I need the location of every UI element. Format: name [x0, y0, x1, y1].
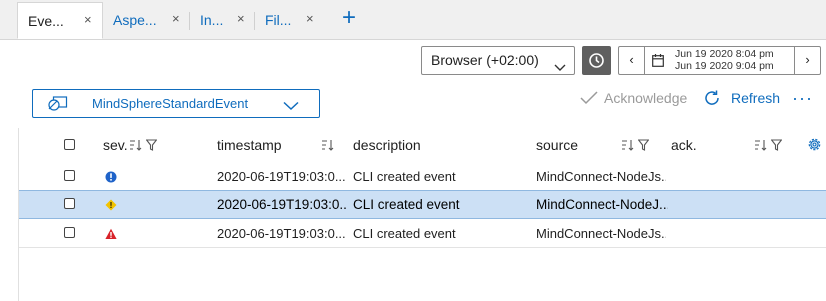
- cell-description: CLI created event: [353, 197, 460, 212]
- event-type-value: MindSphereStandardEvent: [92, 96, 249, 111]
- range-end: Jun 19 2020 9:04 pm: [675, 60, 774, 72]
- tab-label: Aspe...: [113, 12, 157, 28]
- clock-icon: [589, 53, 604, 68]
- calendar-button[interactable]: [645, 47, 671, 74]
- previous-range-button[interactable]: ‹: [619, 47, 645, 74]
- timestamp-column-tools: [321, 139, 334, 151]
- time-range-display[interactable]: Jun 19 2020 8:04 pm Jun 19 2020 9:04 pm: [675, 48, 774, 72]
- column-header-source[interactable]: source: [536, 128, 578, 162]
- calendar-icon: [652, 54, 664, 67]
- close-icon[interactable]: ×: [306, 11, 314, 26]
- cell-ack: [671, 191, 751, 218]
- sort-icon[interactable]: [754, 139, 767, 151]
- warning-icon: [105, 198, 117, 216]
- cell-ack: [671, 162, 751, 190]
- refresh-button[interactable]: Refresh: [703, 89, 780, 107]
- tab-in[interactable]: In... ×: [190, 2, 255, 39]
- time-range-picker: ‹ Jun 19 2020 8:04 pm Jun 19 2020 9:04 p…: [618, 46, 821, 75]
- cell-timestamp: 2020-06-19T19:03:0...: [217, 225, 346, 241]
- refresh-icon: [705, 90, 719, 105]
- acknowledge-label: Acknowledge: [604, 90, 688, 106]
- cell-timestamp: 2020-06-19T19:03:0...: [217, 197, 347, 212]
- info-icon: [105, 170, 117, 188]
- next-range-button[interactable]: ›: [794, 47, 820, 74]
- select-all-checkbox[interactable]: [64, 139, 75, 150]
- column-header-timestamp[interactable]: timestamp: [217, 128, 282, 162]
- tab-label: In...: [200, 12, 224, 28]
- tab-files[interactable]: Fil... ×: [255, 2, 326, 39]
- cell-description: CLI created event: [353, 225, 456, 241]
- acknowledge-button[interactable]: Acknowledge: [580, 89, 687, 107]
- event-type-select[interactable]: MindSphereStandardEvent: [32, 89, 320, 118]
- filter-icon[interactable]: [146, 139, 157, 151]
- row-checkbox[interactable]: [64, 227, 75, 238]
- timezone-value: Browser (+02:00): [431, 52, 539, 68]
- filter-icon[interactable]: [771, 139, 782, 151]
- column-header-severity[interactable]: sev.: [103, 128, 128, 162]
- close-icon[interactable]: ×: [84, 12, 92, 27]
- cell-timestamp: 2020-06-19T19:03:0...: [217, 168, 346, 184]
- gear-icon[interactable]: [806, 136, 823, 158]
- sort-icon[interactable]: [129, 139, 142, 151]
- sort-icon[interactable]: [621, 139, 634, 151]
- table-header: sev. timestamp description source ack.: [19, 128, 826, 162]
- chevron-down-icon: [554, 55, 566, 82]
- table-row[interactable]: 2020-06-19T19:03:0... CLI created event …: [19, 162, 826, 191]
- tab-aspects[interactable]: Aspe... ×: [103, 2, 190, 39]
- column-header-description[interactable]: description: [353, 128, 421, 162]
- filter-icon[interactable]: [638, 139, 649, 151]
- tab-events[interactable]: Eve... ×: [17, 2, 103, 39]
- more-options-button[interactable]: ···: [792, 88, 813, 109]
- cell-source: MindConnect-NodeJs...: [536, 168, 666, 184]
- severity-column-tools: [129, 139, 157, 151]
- live-mode-button[interactable]: [582, 46, 611, 75]
- ack-column-tools: [754, 139, 782, 151]
- tab-label: Eve...: [28, 13, 64, 29]
- table-row[interactable]: 2020-06-19T19:03:0... CLI created event …: [19, 219, 826, 248]
- tab-bar: Eve... × Aspe... × In... × Fil... × +: [0, 0, 826, 40]
- chevron-down-icon: [283, 98, 299, 116]
- close-icon[interactable]: ×: [172, 11, 180, 26]
- event-type-icon: [47, 96, 69, 117]
- cell-ack: [671, 219, 751, 247]
- row-checkbox[interactable]: [64, 170, 75, 181]
- checkmark-icon: [580, 91, 598, 105]
- source-column-tools: [621, 139, 649, 151]
- refresh-label: Refresh: [731, 90, 781, 106]
- sort-icon[interactable]: [321, 139, 334, 151]
- cell-source: MindConnect-NodeJs...: [536, 225, 666, 241]
- cell-source: MindConnect-NodeJ...: [536, 197, 668, 212]
- add-tab-button[interactable]: +: [334, 4, 364, 34]
- events-table: sev. timestamp description source ack. 2…: [18, 128, 826, 301]
- range-start: Jun 19 2020 8:04 pm: [675, 48, 774, 60]
- timezone-select[interactable]: Browser (+02:00): [421, 46, 575, 75]
- close-icon[interactable]: ×: [237, 11, 245, 26]
- column-header-ack[interactable]: ack.: [671, 128, 697, 162]
- table-row-selected[interactable]: 2020-06-19T19:03:0... CLI created event …: [19, 190, 826, 219]
- tab-label: Fil...: [265, 12, 292, 28]
- row-checkbox[interactable]: [64, 198, 75, 209]
- error-icon: [105, 227, 117, 245]
- cell-description: CLI created event: [353, 168, 456, 184]
